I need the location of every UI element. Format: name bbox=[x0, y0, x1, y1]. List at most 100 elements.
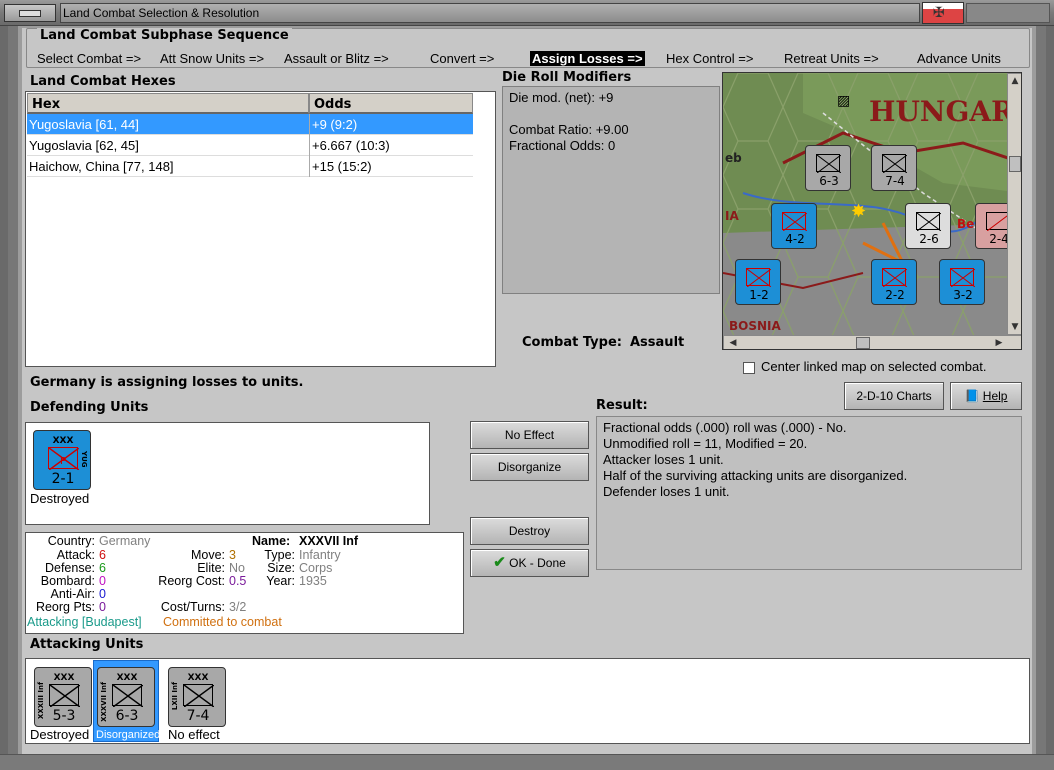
result-line: Defender loses 1 unit. bbox=[603, 484, 730, 499]
attacking-unit-counter[interactable]: XXX LXII Inf 7-4 bbox=[168, 667, 226, 727]
year-label: Year: bbox=[266, 574, 295, 588]
center-linked-checkbox[interactable] bbox=[743, 362, 755, 374]
scroll-left-icon[interactable]: ◀ bbox=[726, 336, 740, 349]
combat-type-label: Combat Type: bbox=[522, 335, 622, 350]
attacking-unit-status: No effect bbox=[168, 727, 220, 742]
die-roll-modifiers-title: Die Roll Modifiers bbox=[502, 70, 632, 85]
table-row[interactable]: Yugoslavia [61, 44] +9 (9:2) bbox=[27, 114, 473, 135]
table-row[interactable]: Yugoslavia [62, 45] +6.667 (10:3) bbox=[27, 135, 473, 156]
modifier-line: Fractional Odds: 0 bbox=[509, 138, 616, 153]
hex-cell: Yugoslavia [61, 44] bbox=[29, 117, 139, 132]
odds-cell: +9 (9:2) bbox=[312, 117, 358, 132]
scroll-down-icon[interactable]: ▼ bbox=[1008, 320, 1021, 334]
center-linked-label: Center linked map on selected combat. bbox=[761, 359, 987, 374]
map-edge-label: Be bbox=[957, 217, 975, 231]
column-divider bbox=[309, 114, 310, 177]
checkmark-icon: ✔ bbox=[493, 554, 506, 571]
seq-att-snow-units[interactable]: Att Snow Units => bbox=[160, 51, 264, 66]
subphase-sequence-title: Land Combat Subphase Sequence bbox=[37, 28, 292, 43]
corps-size-marker: XXX bbox=[52, 436, 74, 446]
defending-unit-value: 2-1 bbox=[51, 471, 75, 487]
attacking-unit-side: LXII Inf bbox=[171, 682, 179, 711]
map-counter-value: 3-2 bbox=[953, 288, 973, 302]
result-title: Result: bbox=[596, 398, 648, 413]
defending-unit-side: YUG bbox=[80, 451, 88, 468]
cost-turns-label: Cost/Turns: bbox=[160, 600, 225, 614]
scroll-thumb[interactable] bbox=[856, 337, 870, 349]
ok-done-button[interactable]: ✔ OK - Done bbox=[470, 549, 589, 577]
hex-column-header[interactable]: Hex bbox=[27, 93, 309, 114]
seq-advance-units[interactable]: Advance Units bbox=[917, 51, 1001, 66]
defending-units-title: Defending Units bbox=[30, 400, 149, 415]
seq-convert[interactable]: Convert => bbox=[430, 51, 494, 66]
help-button[interactable]: 📘 Help bbox=[950, 382, 1022, 410]
map-horizontal-scrollbar[interactable]: ◀ ▶ bbox=[723, 335, 1021, 349]
name-label: Name: bbox=[252, 534, 291, 548]
map-counter[interactable]: 4-2 bbox=[771, 203, 817, 249]
charts-button[interactable]: 2-D-10 Charts bbox=[844, 382, 944, 410]
map-counter-value: 1-2 bbox=[749, 288, 769, 302]
attacking-from-text: Attacking [Budapest] bbox=[27, 615, 142, 629]
table-row[interactable]: Haichow, China [77, 148] +15 (15:2) bbox=[27, 156, 473, 177]
flag-icon: ✠ bbox=[922, 2, 964, 24]
infantry-symbol-icon bbox=[49, 684, 80, 707]
size-label: Size: bbox=[267, 561, 295, 575]
seq-retreat-units[interactable]: Retreat Units => bbox=[784, 51, 879, 66]
bottom-frame bbox=[0, 754, 1054, 770]
map-counter[interactable]: 7-4 bbox=[871, 145, 917, 191]
attacking-unit-status: Destroyed bbox=[30, 727, 90, 742]
defense-value: 6 bbox=[99, 561, 106, 575]
result-line: Attacker loses 1 unit. bbox=[603, 452, 724, 467]
seq-hex-control[interactable]: Hex Control => bbox=[666, 51, 753, 66]
window-menu-button[interactable] bbox=[4, 4, 56, 22]
attacking-units-title: Attacking Units bbox=[30, 637, 144, 652]
map-region-label: BOSNIA bbox=[729, 319, 781, 333]
map-vertical-scrollbar[interactable]: ▲ ▼ bbox=[1007, 73, 1021, 335]
attack-value: 6 bbox=[99, 548, 106, 562]
linked-map[interactable]: HUNGAR BOSNIA IA eb Be ▨ 6-3 7-4 4-2 2-6… bbox=[722, 72, 1022, 350]
attacking-unit-counter[interactable]: XXX XXXVII Inf 6-3 bbox=[97, 667, 155, 727]
seq-assault-or-blitz[interactable]: Assault or Blitz => bbox=[284, 51, 389, 66]
destroy-button[interactable]: Destroy bbox=[470, 517, 589, 545]
result-panel: Fractional odds (.000) roll was (.000) -… bbox=[596, 416, 1022, 570]
ok-done-label: OK - Done bbox=[509, 556, 566, 570]
map-counter-value: 4-2 bbox=[785, 232, 805, 246]
map-counter[interactable]: 6-3 bbox=[805, 145, 851, 191]
modifier-line: Die mod. (net): +9 bbox=[509, 90, 614, 105]
map-counter-value: 6-3 bbox=[819, 174, 839, 188]
attacking-unit-value: 5-3 bbox=[52, 708, 76, 724]
no-effect-button[interactable]: No Effect bbox=[470, 421, 589, 449]
title-bar-controls bbox=[966, 3, 1050, 23]
infantry-symbol-icon bbox=[183, 684, 214, 707]
window-title: Land Combat Selection & Resolution bbox=[60, 3, 920, 23]
seq-assign-losses[interactable]: Assign Losses => bbox=[530, 51, 645, 66]
infantry-symbol-icon bbox=[746, 268, 771, 287]
reorg-pts-value: 0 bbox=[99, 600, 106, 614]
die-roll-modifiers-panel: Die mod. (net): +9 Combat Ratio: +9.00 F… bbox=[502, 86, 720, 294]
disorganize-button[interactable]: Disorganize bbox=[470, 453, 589, 481]
map-counter[interactable]: 3-2 bbox=[939, 259, 985, 305]
scroll-up-icon[interactable]: ▲ bbox=[1008, 74, 1021, 88]
seq-select-combat[interactable]: Select Combat => bbox=[37, 51, 141, 66]
country-label: Country: bbox=[47, 534, 95, 548]
map-counter-value: 7-4 bbox=[885, 174, 905, 188]
scroll-thumb[interactable] bbox=[1009, 156, 1021, 172]
map-counter-value: 2-6 bbox=[919, 232, 939, 246]
infantry-symbol-icon bbox=[916, 212, 941, 231]
reorg-cost-value: 0.5 bbox=[229, 574, 247, 588]
map-counter[interactable]: 2-6 bbox=[905, 203, 951, 249]
bombard-value: 0 bbox=[99, 574, 106, 588]
map-city-icon: ▨ bbox=[837, 93, 851, 109]
map-counter[interactable]: 2-2 bbox=[871, 259, 917, 305]
infantry-symbol-icon bbox=[882, 154, 907, 173]
map-counter-value: 2-2 bbox=[885, 288, 905, 302]
scroll-right-icon[interactable]: ▶ bbox=[992, 336, 1006, 349]
odds-column-header[interactable]: Odds bbox=[309, 93, 473, 114]
map-counter[interactable]: 1-2 bbox=[735, 259, 781, 305]
type-label: Type: bbox=[264, 548, 295, 562]
attacking-unit-counter[interactable]: XXX XXXIII Inf 5-3 bbox=[34, 667, 92, 727]
defending-unit-counter[interactable]: XXX P YUG 2-1 bbox=[33, 430, 91, 490]
move-label: Move: bbox=[190, 548, 225, 562]
attacking-unit-value: 7-4 bbox=[186, 708, 210, 724]
title-bar: Land Combat Selection & Resolution ✠ bbox=[0, 0, 1054, 26]
